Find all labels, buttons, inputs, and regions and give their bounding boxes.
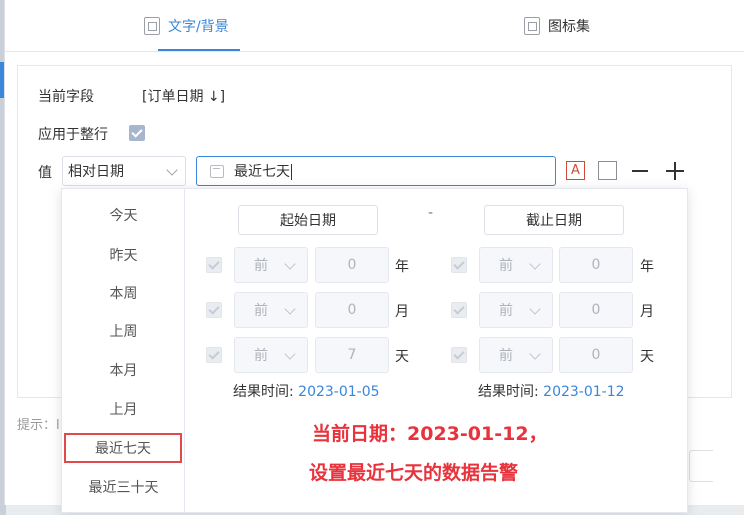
start-day-checkbox[interactable] — [206, 347, 222, 363]
chevron-down-icon — [284, 258, 296, 270]
date-range-value: 最近七天 — [234, 164, 290, 180]
shortcut-this-week[interactable]: 本周 — [62, 278, 185, 308]
start-date-button[interactable]: 起始日期 — [238, 205, 378, 235]
start-month-checkbox[interactable] — [206, 302, 222, 318]
annotation-line-1: 当前日期：2023-01-12， — [312, 423, 548, 445]
end-day-direction[interactable]: 前 — [479, 337, 553, 373]
tab-text-background[interactable]: 文字/背景 — [144, 0, 229, 52]
chevron-down-icon — [529, 348, 541, 360]
chevron-down-icon — [284, 303, 296, 315]
text-background-icon — [144, 17, 160, 35]
value-label: 值 — [38, 165, 52, 181]
tab-label: 图标集 — [548, 19, 590, 35]
end-month-unit: 月 — [640, 304, 654, 320]
dialog-footer-button[interactable] — [689, 450, 713, 482]
end-year-direction[interactable]: 前 — [479, 247, 553, 283]
start-year-value[interactable]: 0 — [315, 247, 389, 283]
start-result-date: 2023-01-05 — [298, 384, 380, 400]
end-year-checkbox[interactable] — [451, 257, 467, 273]
direction-value: 前 — [254, 303, 268, 319]
end-day-unit: 天 — [640, 349, 654, 365]
end-month-value[interactable]: 0 — [559, 292, 633, 328]
direction-value: 前 — [254, 348, 268, 364]
shortcut-last-month[interactable]: 上月 — [62, 394, 185, 424]
font-color-icon: A — [571, 163, 580, 178]
shortcut-list: 今天 昨天 本周 上周 本月 上月 最近七天 最近三十天 — [62, 189, 185, 512]
direction-value: 前 — [499, 303, 513, 319]
start-year-checkbox[interactable] — [206, 257, 222, 273]
hint-text: 提示：l — [17, 418, 60, 433]
font-color-button[interactable]: A — [566, 161, 585, 180]
chevron-down-icon — [529, 258, 541, 270]
add-condition-icon[interactable] — [666, 162, 684, 180]
shortcut-last-week[interactable]: 上周 — [62, 316, 185, 346]
shortcut-last-30-days[interactable]: 最近三十天 — [62, 472, 185, 502]
end-date-button[interactable]: 截止日期 — [484, 205, 624, 235]
text-cursor — [291, 164, 292, 180]
annotation-line-2: 设置最近七天的数据告警 — [309, 462, 519, 484]
relative-date-picker: 今天 昨天 本周 上周 本月 上月 最近七天 最近三十天 起始日期 - 截止日期… — [61, 188, 688, 513]
start-result-label: 结果时间: — [233, 384, 294, 400]
end-result-label: 结果时间: — [478, 384, 539, 400]
remove-condition-icon[interactable] — [632, 170, 648, 172]
start-month-value[interactable]: 0 — [315, 292, 389, 328]
direction-value: 前 — [254, 258, 268, 274]
start-month-unit: 月 — [395, 304, 409, 320]
start-day-unit: 天 — [395, 349, 409, 365]
end-day-value[interactable]: 0 — [559, 337, 633, 373]
value-type-selected: 相对日期 — [68, 164, 124, 180]
end-month-direction[interactable]: 前 — [479, 292, 553, 328]
start-year-unit: 年 — [395, 259, 409, 275]
shortcut-yesterday[interactable]: 昨天 — [62, 240, 185, 270]
end-result: 结果时间: 2023-01-12 — [478, 381, 625, 401]
chevron-down-icon — [166, 164, 178, 176]
active-tab-indicator — [158, 49, 240, 51]
start-day-value[interactable]: 7 — [315, 337, 389, 373]
current-field-label: 当前字段 — [38, 89, 94, 105]
end-result-date: 2023-01-12 — [543, 384, 625, 400]
range-separator: - — [428, 205, 434, 221]
date-range-input[interactable]: 最近七天 — [196, 156, 556, 186]
value-type-select[interactable]: 相对日期 — [62, 156, 186, 186]
start-year-direction[interactable]: 前 — [234, 247, 308, 283]
background-color-button[interactable] — [598, 161, 617, 180]
direction-value: 前 — [499, 348, 513, 364]
tab-label: 文字/背景 — [168, 19, 229, 35]
calendar-icon — [210, 164, 224, 178]
end-month-checkbox[interactable] — [451, 302, 467, 318]
tab-icon-set[interactable]: 图标集 — [524, 0, 590, 52]
start-day-direction[interactable]: 前 — [234, 337, 308, 373]
apply-row-label: 应用于整行 — [38, 127, 108, 143]
start-month-direction[interactable]: 前 — [234, 292, 308, 328]
tab-bar: 文字/背景 图标集 — [5, 0, 744, 52]
shortcut-last-7-days[interactable]: 最近七天 — [64, 433, 182, 463]
chevron-down-icon — [529, 303, 541, 315]
direction-value: 前 — [499, 258, 513, 274]
shortcut-today[interactable]: 今天 — [62, 200, 185, 230]
end-year-unit: 年 — [640, 259, 654, 275]
end-year-value[interactable]: 0 — [559, 247, 633, 283]
shortcut-this-month[interactable]: 本月 — [62, 355, 185, 385]
chevron-down-icon — [284, 348, 296, 360]
icon-set-icon — [524, 17, 540, 35]
end-day-checkbox[interactable] — [451, 347, 467, 363]
apply-row-checkbox[interactable] — [129, 125, 145, 141]
current-field-value: [订单日期 ↓] — [142, 89, 226, 105]
start-result: 结果时间: 2023-01-05 — [233, 381, 380, 401]
